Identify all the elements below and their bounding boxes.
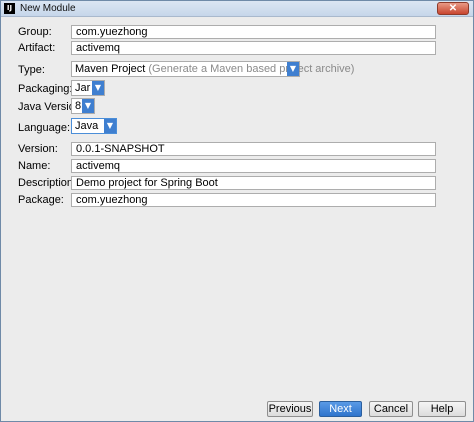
window-title: New Module [20,3,76,14]
type-hint: (Generate a Maven based project archive) [148,63,355,75]
previous-button[interactable]: Previous [267,401,313,417]
cancel-button[interactable]: Cancel [369,401,413,417]
artifact-label: Artifact: [18,42,56,54]
group-field[interactable]: com.yuezhong [71,25,436,39]
intellij-icon: IJ [4,3,15,14]
type-label: Type: [18,64,45,76]
title-bar[interactable]: IJ New Module ✕ [1,1,473,17]
language-label: Language: [18,122,70,134]
group-label: Group: [18,26,52,38]
package-label: Package: [18,194,64,206]
java-version-select[interactable]: 8 ▼ [71,98,95,114]
language-select[interactable]: Java ▼ [71,118,117,134]
version-label: Version: [18,143,58,155]
help-button[interactable]: Help [418,401,466,417]
close-button[interactable]: ✕ [437,2,469,15]
packaging-label: Packaging: [18,83,73,95]
artifact-field[interactable]: activemq [71,41,436,55]
language-value: Java [75,120,99,132]
chevron-down-icon[interactable]: ▼ [287,62,299,76]
type-value: Maven Project [75,63,146,75]
name-label: Name: [18,160,51,172]
new-module-dialog: IJ New Module ✕ Group: com.yuezhong Arti… [0,0,474,422]
packaging-value: Jar [75,82,91,94]
description-label: Description: [18,177,77,189]
description-field[interactable]: Demo project for Spring Boot [71,176,436,190]
packaging-select[interactable]: Jar ▼ [71,80,105,96]
next-button[interactable]: Next [319,401,362,417]
name-field[interactable]: activemq [71,159,436,173]
chevron-down-icon[interactable]: ▼ [82,99,94,113]
java-version-value: 8 [75,100,82,112]
package-field[interactable]: com.yuezhong [71,193,436,207]
chevron-down-icon[interactable]: ▼ [92,81,104,95]
chevron-down-icon[interactable]: ▼ [104,119,116,133]
version-field[interactable]: 0.0.1-SNAPSHOT [71,142,436,156]
type-select[interactable]: Maven Project (Generate a Maven based pr… [71,61,354,77]
